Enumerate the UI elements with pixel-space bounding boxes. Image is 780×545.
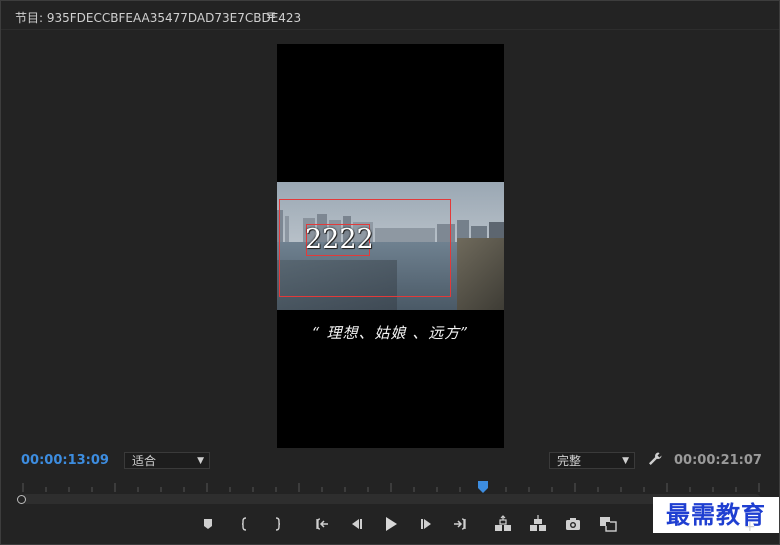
add-marker-button[interactable]	[198, 514, 218, 534]
mark-in-icon	[241, 517, 247, 531]
mark-out-button[interactable]	[267, 514, 287, 534]
video-frame: 2222	[277, 182, 504, 310]
program-viewer[interactable]: 2222 “ 理想、姑娘 、远方”	[277, 44, 504, 448]
export-frame-icon	[566, 518, 580, 530]
go-to-in-icon	[316, 518, 328, 530]
panel-header: 节目: 935FDECCBFEAA35477DAD73E7CBDE423 ≡	[1, 1, 779, 31]
program-monitor-panel: 节目: 935FDECCBFEAA35477DAD73E7CBDE423 ≡ 2…	[0, 0, 780, 545]
extract-button[interactable]	[528, 514, 548, 534]
go-to-out-button[interactable]	[450, 514, 470, 534]
play-button[interactable]	[381, 514, 401, 534]
play-icon	[386, 517, 397, 531]
go-to-in-button[interactable]	[312, 514, 332, 534]
zoom-level-select[interactable]: 适合 ▼	[124, 452, 210, 469]
zoom-level-value: 适合	[132, 454, 157, 468]
go-to-out-icon	[454, 518, 466, 530]
zoom-scrollbar-handle[interactable]	[17, 495, 26, 504]
lift-button[interactable]	[493, 514, 513, 534]
duration-timecode: 00:00:21:07	[674, 453, 762, 468]
comparison-view-icon	[600, 517, 617, 532]
subtitle-text: “ 理想、姑娘 、远方”	[312, 324, 469, 342]
extract-icon	[530, 515, 546, 531]
export-frame-button[interactable]	[563, 514, 583, 534]
header-divider	[1, 29, 779, 30]
playhead-icon[interactable]	[477, 481, 488, 493]
step-back-button[interactable]	[346, 514, 366, 534]
add-marker-icon	[204, 519, 212, 529]
timeline-zoom-scrollbar[interactable]	[21, 494, 761, 504]
current-timecode[interactable]: 00:00:13:09	[21, 453, 109, 468]
panel-title[interactable]: 节目: 935FDECCBFEAA35477DAD73E7CBDE423	[15, 9, 301, 26]
time-ruler[interactable]	[21, 479, 761, 493]
step-forward-icon	[421, 519, 431, 529]
step-forward-button[interactable]	[417, 514, 437, 534]
step-back-icon	[352, 519, 362, 529]
mark-in-button[interactable]	[235, 514, 255, 534]
chevron-down-icon: ▼	[197, 456, 204, 466]
lift-icon	[495, 515, 511, 531]
playback-resolution-select[interactable]: 完整 ▼	[549, 452, 635, 469]
comparison-view-button[interactable]	[598, 514, 618, 534]
chevron-down-icon: ▼	[622, 456, 629, 466]
wrench-icon[interactable]	[647, 451, 663, 467]
add-button[interactable]: +	[744, 519, 756, 535]
playback-resolution-value: 完整	[557, 454, 582, 468]
title-text-overlay[interactable]: 2222	[305, 224, 375, 256]
watermark-logo: 最需教育	[653, 497, 779, 533]
hamburger-icon[interactable]: ≡	[266, 8, 276, 22]
mark-out-icon	[275, 517, 281, 531]
video-riverbank	[457, 238, 504, 310]
